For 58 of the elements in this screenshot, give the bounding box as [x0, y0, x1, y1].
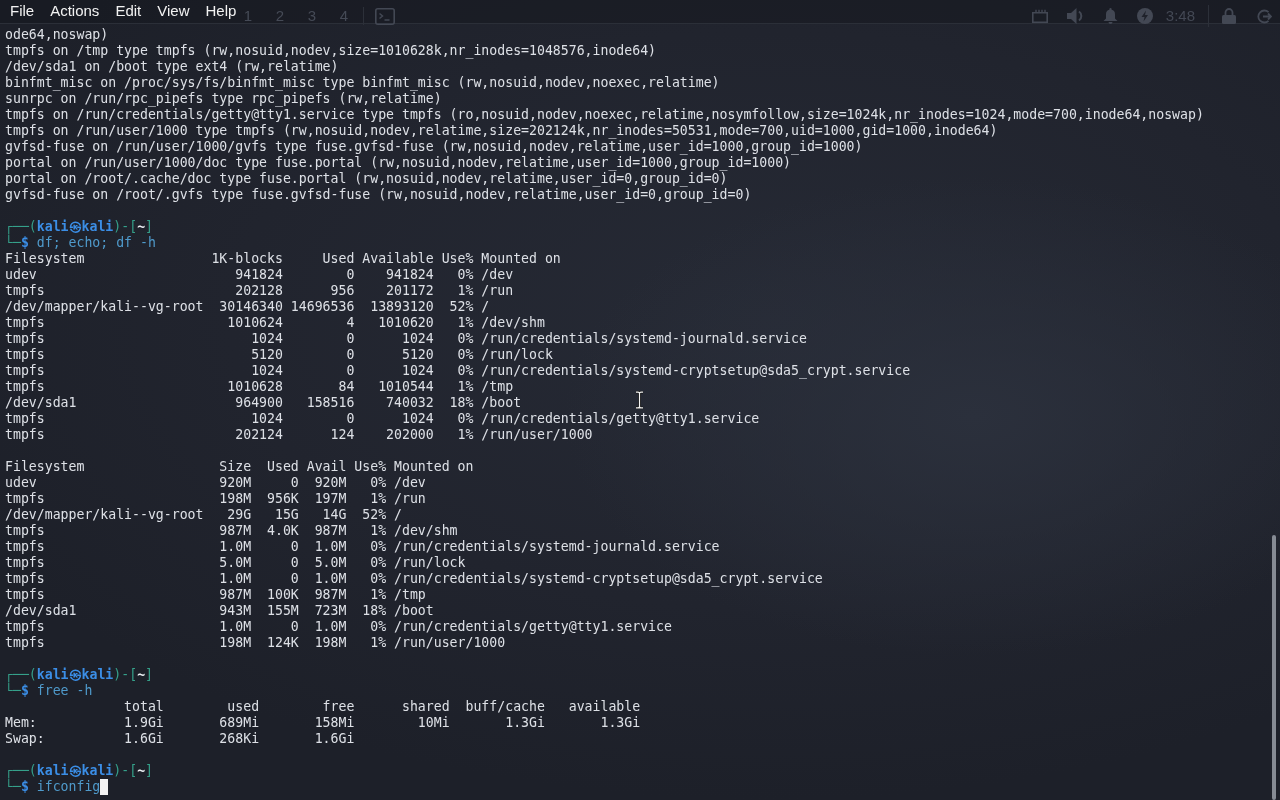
output-line: tmpfs 1.0M 0 1.0M 0% /run/credentials/systemd-journald.service	[5, 539, 720, 554]
output-line: tmpfs 5.0M 0 5.0M 0% /run/lock	[5, 555, 466, 570]
scrollbar-thumb[interactable]	[1272, 535, 1276, 800]
output-line: tmpfs on /tmp type tmpfs (rw,nosuid,nodev,size=1010628k,nr_inodes=1048576,inode64)	[5, 43, 657, 58]
output-line: total used free shared buff/cache available	[124, 699, 641, 714]
menu-item[interactable]: Edit	[107, 0, 150, 22]
output-line: Filesystem 1K-blocks Used Available Use% Mounted on	[5, 251, 561, 266]
output-line: /dev/sda1 964900 158516 740032 18% /boot	[5, 395, 522, 410]
output-line: tmpfs 198M 124K 198M 1% /run/user/1000	[5, 635, 506, 650]
output-line: udev 920M 0 920M 0% /dev	[5, 475, 426, 490]
output-line: ode64,noswap)	[5, 27, 109, 42]
output-line: tmpfs 987M 4.0K 987M 1% /dev/shm	[5, 523, 458, 538]
menu-item[interactable]: View	[149, 0, 198, 22]
output-line: portal on /run/user/1000/doc type fuse.portal (rw,nosuid,nodev,relatime,user_id=1000,group_id=1000)	[5, 155, 791, 170]
output-line: sunrpc on /run/rpc_pipefs type rpc_pipefs (rw,relatime)	[5, 91, 442, 106]
output-line: tmpfs 1010624 4 1010620 1% /dev/shm	[5, 315, 545, 330]
output-line: tmpfs 5120 0 5120 0% /run/lock	[5, 347, 553, 362]
volume-icon[interactable]	[1066, 8, 1084, 24]
menu-item[interactable]: File	[2, 0, 43, 22]
output-line: Swap: 1.6Gi 268Ki 1.6Gi	[5, 731, 355, 746]
i-beam-pointer-icon	[635, 391, 644, 409]
output-line: Mem: 1.9Gi 689Mi 158Mi 10Mi 1.3Gi 1.3Gi	[5, 715, 641, 730]
prompt-line: ┌──(kali㉿kali)-[~]	[5, 219, 154, 234]
command-line: └─$ df; echo; df -h	[5, 235, 156, 250]
output-line: /dev/mapper/kali--vg-root 30146340 14696536 13893120 52% /	[5, 299, 490, 314]
output-line: tmpfs on /run/user/1000 type tmpfs (rw,nosuid,nodev,relatime,size=202124k,nr_inodes=50531,mode=700,uid=1000,gid=1000,inode64)	[5, 123, 998, 138]
output-line: tmpfs 202128 956 201172 1% /run	[5, 283, 514, 298]
prompt-line: ┌──(kali㉿kali)-[~]	[5, 667, 154, 682]
bolt-icon[interactable]	[1136, 8, 1153, 24]
output-line: tmpfs 202124 124 202000 1% /run/user/1000	[5, 427, 593, 442]
output-line: Filesystem Size Used Avail Use% Mounted on	[5, 459, 474, 474]
output-line: tmpfs 1010628 84 1010544 1% /tmp	[5, 379, 514, 394]
menu-item[interactable]: Actions	[42, 0, 108, 22]
command-line: └─$ ifconfig	[5, 779, 101, 794]
bell-icon[interactable]	[1102, 8, 1118, 24]
logout-icon[interactable]	[1257, 8, 1272, 24]
network-icon[interactable]	[1031, 9, 1048, 23]
menu-item[interactable]: Help	[197, 0, 245, 22]
output-line: /dev/sda1 on /boot type ext4 (rw,relatime)	[5, 59, 339, 74]
output-line: binfmt_misc on /proc/sys/fs/binfmt_misc type binfmt_misc (rw,nosuid,nodev,noexec,relatime)	[5, 75, 720, 90]
output-line: tmpfs 987M 100K 987M 1% /tmp	[5, 587, 426, 602]
lock-icon[interactable]	[1222, 8, 1236, 24]
output-line: tmpfs 198M 956K 197M 1% /run	[5, 491, 426, 506]
output-line: gvfsd-fuse on /run/user/1000/gvfs type fuse.gvfsd-fuse (rw,nosuid,nodev,relatime,user_id=1000,group_id=1000)	[5, 139, 863, 154]
command-line: └─$ free -h	[5, 683, 93, 698]
output-line: portal on /root/.cache/doc type fuse.portal (rw,nosuid,nodev,relatime,user_id=0,group_id=0)	[5, 171, 728, 186]
output-line: gvfsd-fuse on /root/.gvfs type fuse.gvfsd-fuse (rw,nosuid,nodev,relatime,user_id=0,group_id=0)	[5, 187, 752, 202]
output-line: tmpfs 1.0M 0 1.0M 0% /run/credentials/getty@tty1.service	[5, 619, 672, 634]
output-line: tmpfs on /run/credentials/getty@tty1.service type tmpfs (ro,nosuid,nodev,noexec,relatime,nosymfollow,size=1024k,nr_inodes=1024,mode=700,inode64,noswap)	[5, 107, 1204, 122]
output-line: tmpfs 1.0M 0 1.0M 0% /run/credentials/systemd-cryptsetup@sda5_crypt.service	[5, 571, 823, 586]
output-line: /dev/sda1 943M 155M 723M 18% /boot	[5, 603, 434, 618]
output-line: tmpfs 1024 0 1024 0% /run/credentials/systemd-cryptsetup@sda5_crypt.service	[5, 363, 911, 378]
terminal-icon[interactable]	[375, 7, 395, 25]
output-line: udev 941824 0 941824 0% /dev	[5, 267, 514, 282]
prompt-line: ┌──(kali㉿kali)-[~]	[5, 763, 154, 778]
output-line: tmpfs 1024 0 1024 0% /run/credentials/getty@tty1.service	[5, 411, 760, 426]
output-line: /dev/mapper/kali--vg-root 29G 15G 14G 52% /	[5, 507, 402, 522]
output-line: tmpfs 1024 0 1024 0% /run/credentials/systemd-journald.service	[5, 331, 807, 346]
